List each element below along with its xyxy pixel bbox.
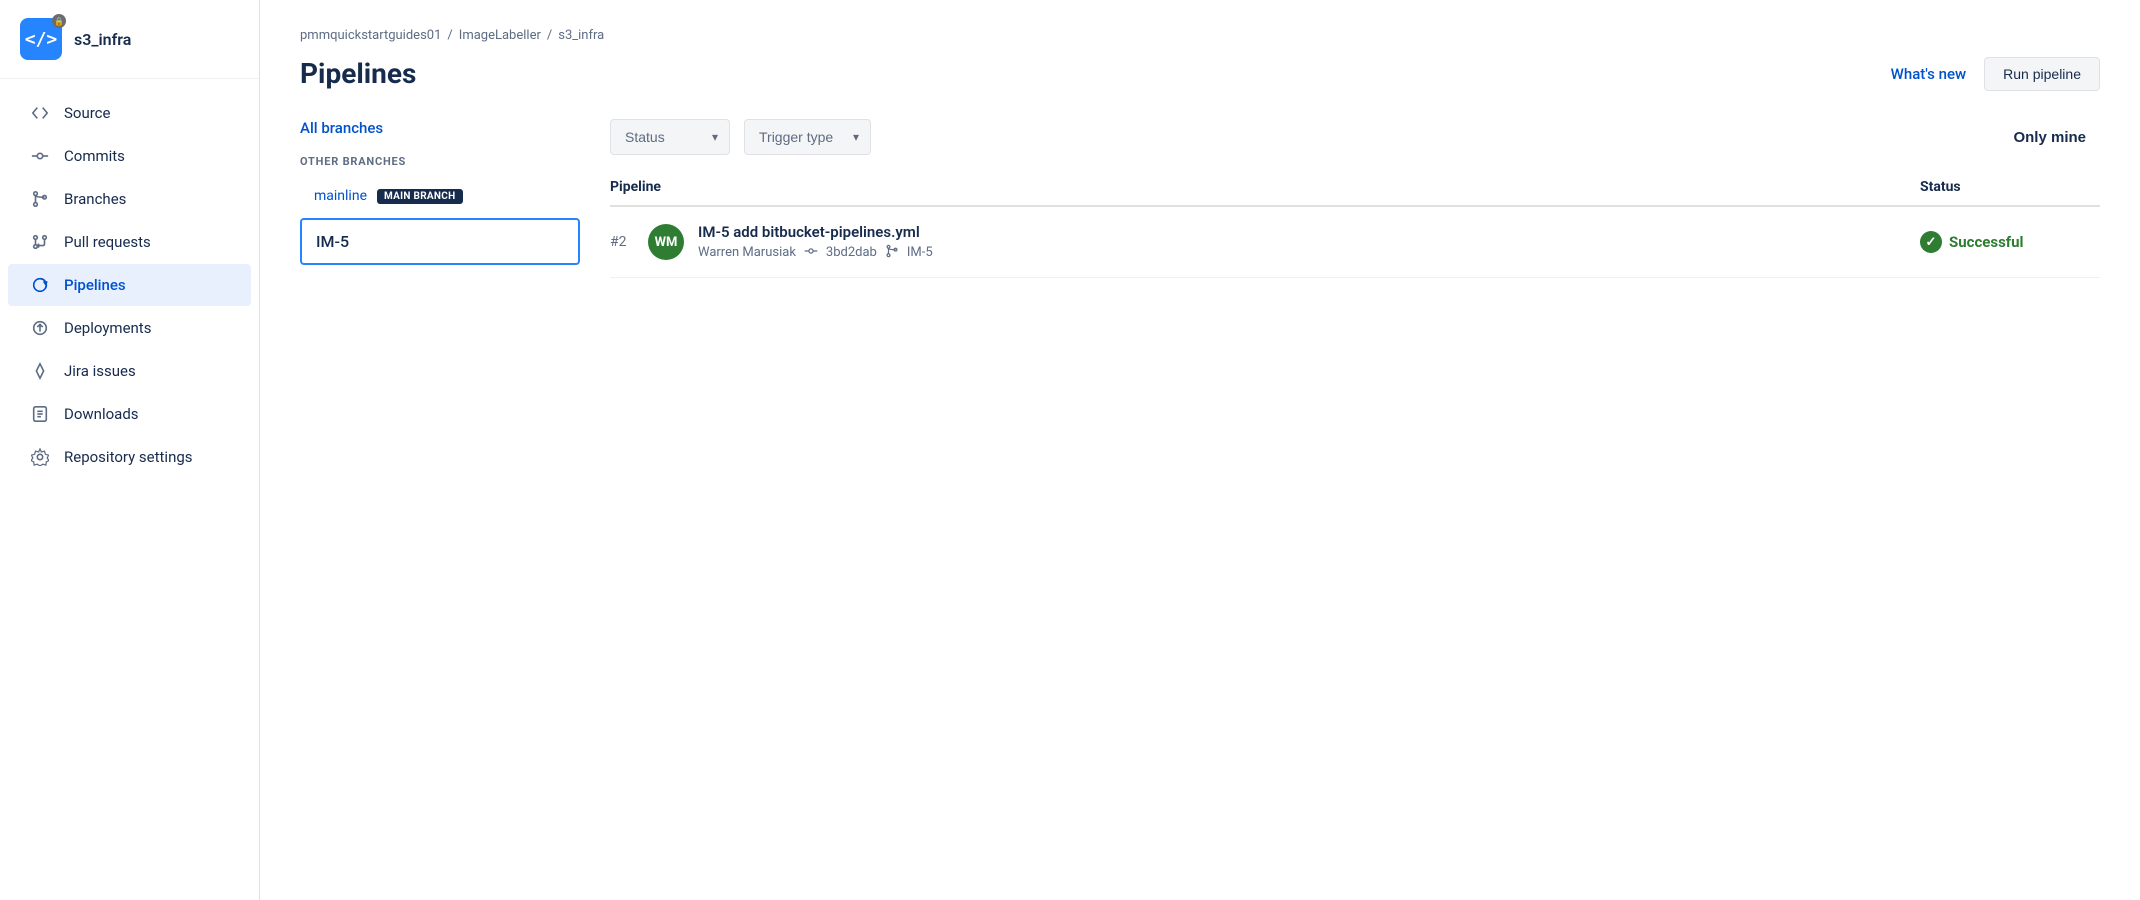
commit-icon [804, 244, 818, 261]
sidebar-item-pipelines-label: Pipelines [64, 276, 126, 294]
main-branch-badge: MAIN BRANCH [377, 189, 463, 204]
success-check-icon: ✓ [1920, 231, 1942, 253]
table-row[interactable]: #2 WM IM-5 add bitbucket-pipelines.yml W… [610, 207, 2100, 278]
table-header: Pipeline Status [610, 179, 2100, 207]
trigger-type-filter-wrapper: Trigger type Push Manual [744, 119, 871, 155]
page-header: Pipelines What's new Run pipeline [300, 57, 2100, 91]
sidebar-item-deployments[interactable]: Deployments [8, 307, 251, 349]
pipeline-commit-hash: 3bd2dab [826, 245, 877, 260]
breadcrumb-current-repo[interactable]: s3_infra [558, 28, 604, 43]
branch-name-mainline[interactable]: mainline [314, 188, 367, 204]
sidebar-item-source[interactable]: Source [8, 92, 251, 134]
branch-name-im5: IM-5 [316, 232, 349, 251]
sidebar-item-pull-requests-label: Pull requests [64, 233, 151, 251]
sidebar-item-branches[interactable]: Branches [8, 178, 251, 220]
lock-icon: 🔒 [54, 17, 64, 26]
run-pipeline-button[interactable]: Run pipeline [1984, 57, 2100, 91]
header-actions: What's new Run pipeline [1891, 57, 2100, 91]
sidebar-item-jira-issues[interactable]: Jira issues [8, 350, 251, 392]
main-content: pmmquickstartguides01 / ImageLabeller / … [260, 0, 2140, 900]
breadcrumb: pmmquickstartguides01 / ImageLabeller / … [300, 28, 2100, 43]
pipelines-panel: Status Successful Failed Running Trigger… [610, 119, 2100, 278]
filters-row: Status Successful Failed Running Trigger… [610, 119, 2100, 155]
sidebar-item-commits[interactable]: Commits [8, 135, 251, 177]
status-filter-wrapper: Status Successful Failed Running [610, 119, 730, 155]
avatar: WM [648, 224, 684, 260]
sidebar-item-jira-issues-label: Jira issues [64, 362, 136, 380]
branch-item-im5[interactable]: IM-5 [300, 218, 580, 265]
sidebar-item-branches-label: Branches [64, 190, 126, 208]
sidebar-item-commits-label: Commits [64, 147, 125, 165]
pull-requests-icon [30, 232, 50, 252]
whats-new-link[interactable]: What's new [1891, 65, 1966, 83]
sidebar-item-downloads-label: Downloads [64, 405, 139, 423]
pipelines-icon [30, 275, 50, 295]
settings-icon [30, 447, 50, 467]
pipeline-meta: Warren Marusiak 3bd2dab [698, 244, 1920, 261]
pipeline-column-header: Pipeline [610, 179, 1920, 195]
downloads-icon [30, 404, 50, 424]
pipeline-status-successful: ✓ Successful [1920, 231, 2100, 253]
sidebar-nav: Source Commits [0, 79, 259, 900]
sidebar-item-repository-settings-label: Repository settings [64, 448, 193, 466]
page-title: Pipelines [300, 57, 416, 90]
pipeline-status-label: Successful [1949, 233, 2024, 251]
trigger-type-filter[interactable]: Trigger type Push Manual [744, 119, 871, 155]
lock-badge: 🔒 [52, 14, 66, 28]
branch-item-mainline[interactable]: mainline MAIN BRANCH [300, 178, 580, 212]
repo-name: s3_infra [74, 30, 131, 49]
pipeline-content: All branches OTHER BRANCHES mainline MAI… [300, 119, 2100, 278]
pipeline-title[interactable]: IM-5 add bitbucket-pipelines.yml [698, 223, 1920, 241]
sidebar-item-repository-settings[interactable]: Repository settings [8, 436, 251, 478]
only-mine-button[interactable]: Only mine [1999, 121, 2100, 154]
source-icon [30, 103, 50, 123]
sidebar-item-downloads[interactable]: Downloads [8, 393, 251, 435]
jira-icon [30, 361, 50, 381]
breadcrumb-org[interactable]: pmmquickstartguides01 [300, 28, 441, 43]
pipeline-row-content: #2 WM IM-5 add bitbucket-pipelines.yml W… [610, 223, 1920, 261]
status-filter[interactable]: Status Successful Failed Running [610, 119, 730, 155]
repo-logo: </> 🔒 [20, 18, 62, 60]
commits-icon [30, 146, 50, 166]
sidebar-header: </> 🔒 s3_infra [0, 0, 259, 79]
sidebar-item-source-label: Source [64, 104, 110, 122]
branches-icon [30, 189, 50, 209]
pipeline-author: Warren Marusiak [698, 245, 796, 260]
branches-panel: All branches OTHER BRANCHES mainline MAI… [300, 119, 580, 278]
breadcrumb-repo-parent[interactable]: ImageLabeller [459, 28, 541, 43]
sidebar-item-pipelines[interactable]: Pipelines [8, 264, 251, 306]
all-branches-link[interactable]: All branches [300, 119, 580, 137]
deployments-icon [30, 318, 50, 338]
sidebar-item-deployments-label: Deployments [64, 319, 151, 337]
pipeline-branch: IM-5 [907, 245, 933, 260]
pipeline-info: IM-5 add bitbucket-pipelines.yml Warren … [698, 223, 1920, 261]
branch-icon [885, 244, 899, 261]
breadcrumb-sep-1: / [447, 28, 452, 43]
breadcrumb-sep-2: / [547, 28, 552, 43]
sidebar: </> 🔒 s3_infra Source [0, 0, 260, 900]
status-column-header: Status [1920, 179, 2100, 195]
other-branches-label: OTHER BRANCHES [300, 155, 580, 168]
pipeline-number: #2 [610, 234, 634, 250]
sidebar-item-pull-requests[interactable]: Pull requests [8, 221, 251, 263]
code-brackets-icon: </> [25, 29, 58, 50]
